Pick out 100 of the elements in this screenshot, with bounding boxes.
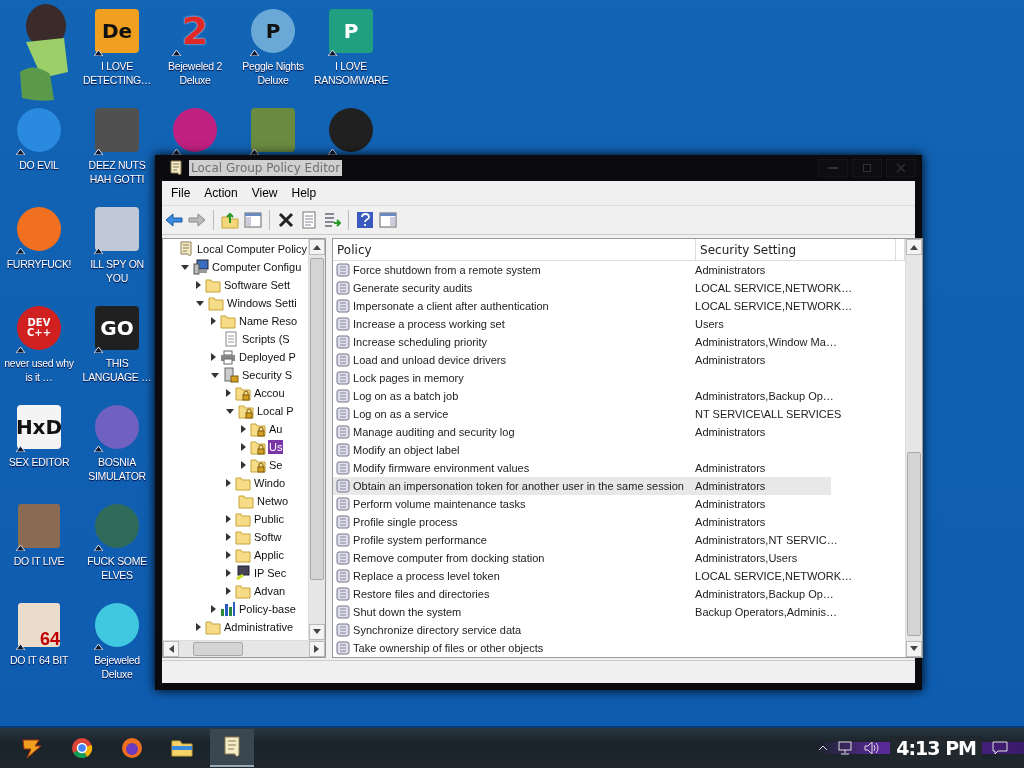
tree-item[interactable]: Local P: [256, 404, 295, 418]
tree-item[interactable]: Au: [268, 422, 284, 436]
tree-item[interactable]: Softw: [253, 530, 283, 544]
list-row[interactable]: Impersonate a client after authentication LOCAL SERVICE,NETWORK…: [333, 297, 906, 315]
collapse-arrow-icon[interactable]: [181, 264, 189, 270]
tree-item[interactable]: Security S: [241, 368, 294, 382]
tree-item[interactable]: Netwo: [256, 494, 290, 508]
expand-arrow-icon[interactable]: [226, 515, 231, 523]
list-row[interactable]: Take ownership of files or other objects: [333, 639, 906, 657]
list-row[interactable]: Synchronize directory service data: [333, 621, 906, 639]
vertical-scrollbar[interactable]: [308, 239, 326, 640]
list-row[interactable]: Perform volume maintenance tasks Administrators: [333, 495, 906, 513]
tree-item[interactable]: Software Sett: [223, 278, 292, 292]
list-row[interactable]: Lock pages in memory: [333, 369, 906, 387]
scroll-up-button[interactable]: [906, 239, 923, 255]
icon-label[interactable]: never used why is it …: [1, 356, 77, 384]
tree-item[interactable]: Name Reso: [238, 314, 299, 328]
icon-label[interactable]: Peggle Nights Deluxe: [235, 59, 311, 87]
icon-label[interactable]: FURRYFUCK!: [1, 257, 77, 271]
icon-label[interactable]: I LOVE RANSOMWARE: [313, 59, 389, 87]
tree-item[interactable]: Se: [268, 458, 284, 472]
pane-icon[interactable]: [379, 211, 397, 229]
help-icon[interactable]: [356, 211, 374, 229]
icon-label[interactable]: I LOVE DETECTING…: [79, 59, 155, 87]
list-row[interactable]: Profile system performance Administrators,NT SERVIC…: [333, 531, 906, 549]
list-row[interactable]: Modify an object label: [333, 441, 906, 459]
console-tree-icon[interactable]: [244, 211, 262, 229]
expand-arrow-icon[interactable]: [241, 425, 246, 433]
expand-arrow-icon[interactable]: [211, 317, 216, 325]
tree-item[interactable]: Administrative: [223, 620, 295, 634]
tree-item[interactable]: Local Computer Policy: [196, 242, 309, 256]
column-header[interactable]: Policy: [333, 239, 697, 261]
tree-item[interactable]: Policy-base: [238, 602, 297, 616]
collapse-arrow-icon[interactable]: [211, 372, 219, 378]
tree-item[interactable]: IP Sec: [253, 566, 288, 580]
forward-arrow-icon[interactable]: [188, 211, 206, 229]
list-row[interactable]: Remove computer from docking station Administrators,Users: [333, 549, 906, 567]
icon-label[interactable]: BOSNIA SIMULATOR: [79, 455, 155, 483]
list-row[interactable]: Log on as a service NT SERVICE\ALL SERVICES: [333, 405, 906, 423]
app-icon[interactable]: HxD: [17, 405, 61, 449]
list-row[interactable]: Force shutdown from a remote system Administrators: [333, 261, 906, 279]
collapse-arrow-icon[interactable]: [196, 300, 204, 306]
vertical-scrollbar[interactable]: [905, 239, 923, 657]
tree-item[interactable]: Applic: [253, 548, 285, 562]
icon-label[interactable]: THIS LANGUAGE …: [79, 356, 155, 384]
delete-icon[interactable]: [277, 211, 295, 229]
expand-arrow-icon[interactable]: [226, 569, 231, 577]
tree-item[interactable]: Advan: [253, 584, 287, 598]
expand-arrow-icon[interactable]: [226, 533, 231, 541]
horizontal-scrollbar[interactable]: [163, 640, 326, 657]
app-icon[interactable]: P: [251, 9, 295, 53]
expand-arrow-icon[interactable]: [196, 281, 201, 289]
expand-arrow-icon[interactable]: [241, 443, 246, 451]
menu-item[interactable]: View: [244, 184, 285, 202]
collapse-arrow-icon[interactable]: [226, 408, 234, 414]
back-arrow-icon[interactable]: [165, 211, 183, 229]
list-row[interactable]: Obtain an impersonation token for another user in the same session Administrators: [333, 477, 832, 495]
icon-label[interactable]: Bejeweled Deluxe: [79, 653, 155, 681]
scrollbar-thumb[interactable]: [310, 258, 325, 580]
menu-item[interactable]: Action: [197, 184, 245, 202]
expand-arrow-icon[interactable]: [196, 623, 201, 631]
app-icon[interactable]: GO: [95, 306, 139, 350]
icon-label[interactable]: DO IT 64 BIT: [1, 653, 77, 667]
app-icon[interactable]: [95, 603, 139, 647]
app-icon[interactable]: De: [95, 9, 139, 53]
list-row[interactable]: Load and unload device drivers Administrators: [333, 351, 906, 369]
expand-arrow-icon[interactable]: [226, 389, 231, 397]
network-icon[interactable]: [838, 741, 855, 755]
taskbar-button[interactable]: [210, 729, 254, 767]
scroll-down-button[interactable]: [309, 624, 326, 640]
icon-label[interactable]: FUCK SOME ELVES: [79, 554, 155, 582]
notification-icon[interactable]: [992, 741, 1008, 755]
list-row[interactable]: Shut down the system Backup Operators,Adminis…: [333, 603, 906, 621]
tree-item[interactable]: Windo: [253, 476, 287, 490]
list-row[interactable]: Manage auditing and security log Administrators: [333, 423, 906, 441]
menu-item[interactable]: File: [164, 184, 198, 202]
expand-arrow-icon[interactable]: [211, 605, 216, 613]
tree-item[interactable]: Computer Configu: [211, 260, 303, 274]
icon-label[interactable]: ILL SPY ON YOU: [79, 257, 155, 285]
tree-item[interactable]: Windows Setti: [226, 296, 298, 310]
folder-up-icon[interactable]: [221, 211, 239, 229]
list-row[interactable]: Restore files and directories Administrators,Backup Op…: [333, 585, 906, 603]
menu-item[interactable]: Help: [284, 184, 324, 202]
tree-item[interactable]: Accou: [253, 386, 286, 400]
tree-item[interactable]: Us: [268, 440, 284, 454]
expand-arrow-icon[interactable]: [211, 353, 216, 361]
icon-label[interactable]: Bejeweled 2 Deluxe: [157, 59, 233, 87]
list-row[interactable]: Generate security audits LOCAL SERVICE,NETWORK…: [333, 279, 906, 297]
scrollbar-thumb[interactable]: [193, 642, 243, 656]
icon-label[interactable]: DEEZ NUTS HAH GOTTI: [79, 158, 155, 186]
expand-arrow-icon[interactable]: [226, 587, 231, 595]
list-row[interactable]: Modify firmware environment values Administrators: [333, 459, 906, 477]
tree-item[interactable]: Deployed P: [238, 350, 297, 364]
tree-item[interactable]: Scripts (S: [241, 332, 291, 346]
list-row[interactable]: Replace a process level token LOCAL SERVICE,NETWORK…: [333, 567, 906, 585]
chevron-up-icon[interactable]: [818, 745, 829, 751]
list-row[interactable]: Profile single process Administrators: [333, 513, 906, 531]
column-header[interactable]: Security Setting: [696, 239, 897, 261]
scroll-up-button[interactable]: [309, 239, 326, 255]
expand-arrow-icon[interactable]: [226, 551, 231, 559]
